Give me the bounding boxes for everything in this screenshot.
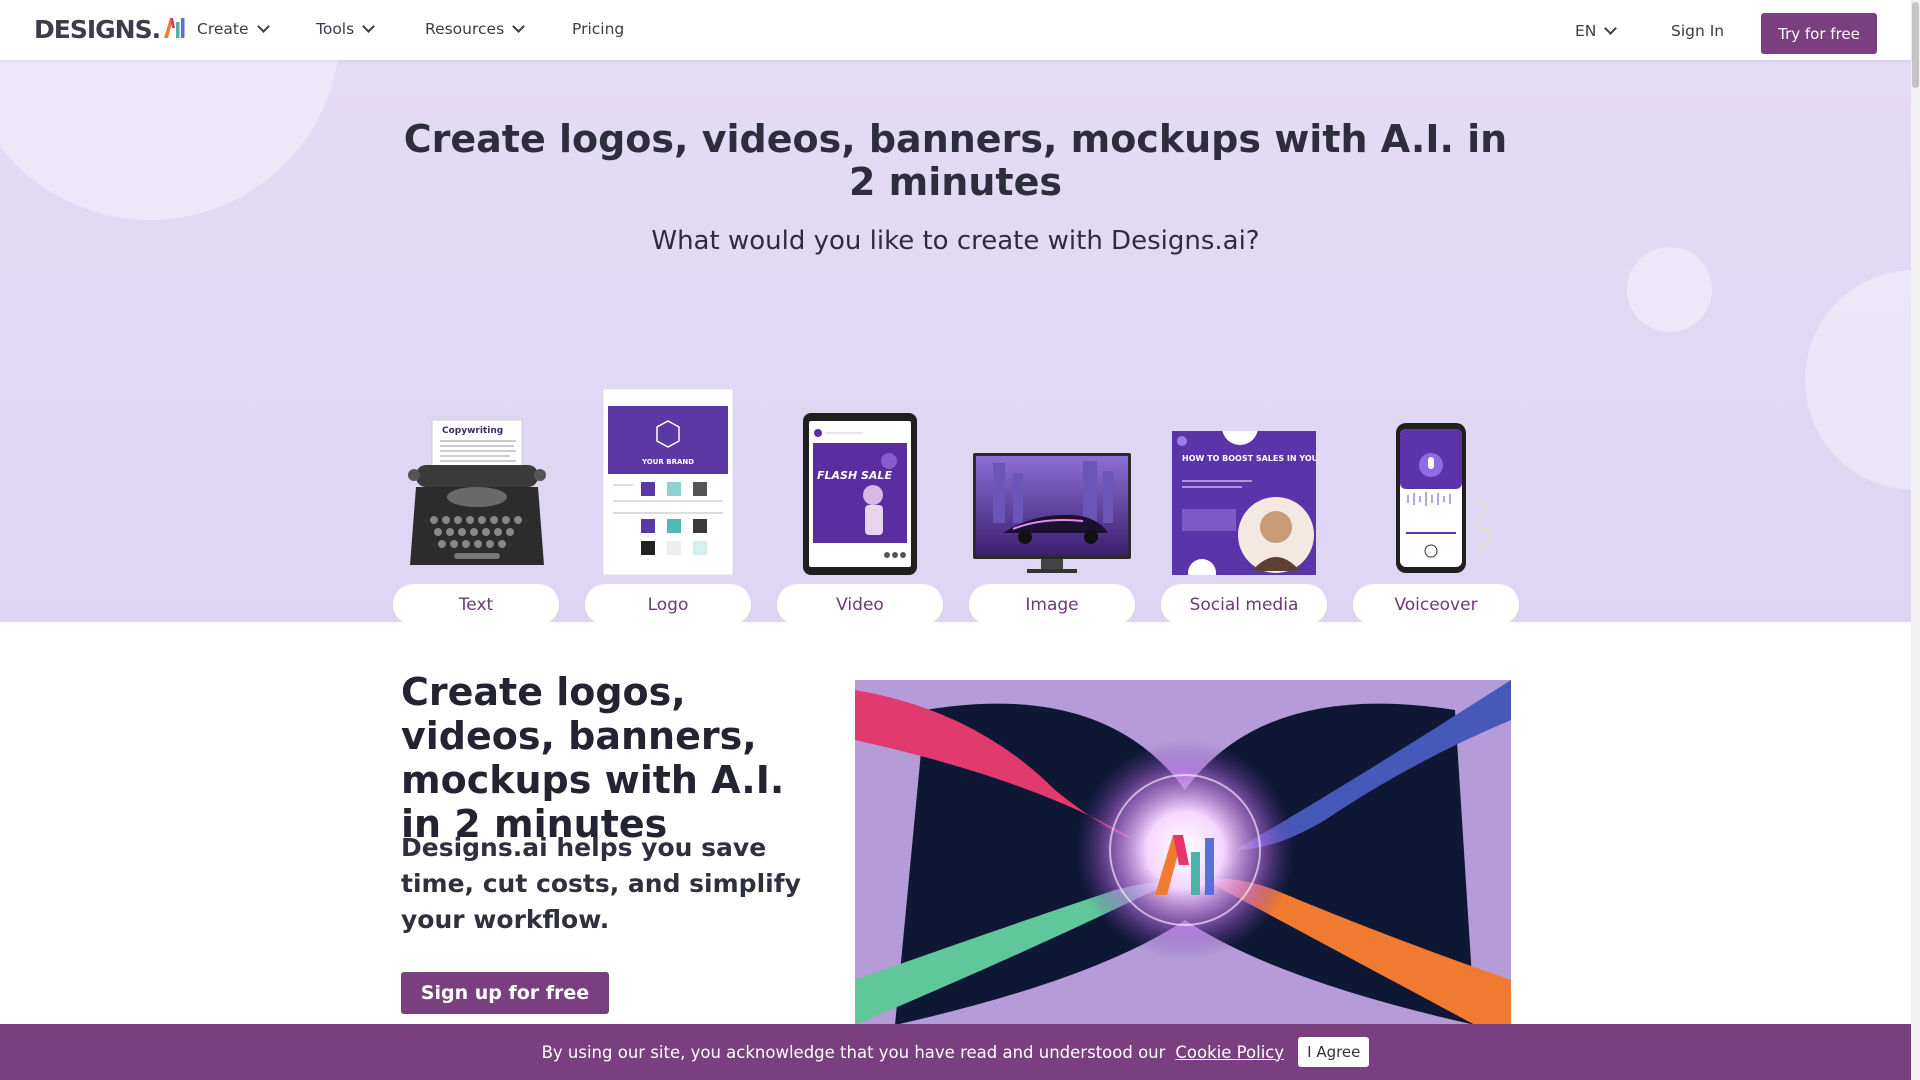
page-scrollbar[interactable] bbox=[1911, 0, 1920, 1080]
create-card-image[interactable]: Image bbox=[969, 320, 1135, 622]
copywriting-label: Copywriting bbox=[442, 426, 503, 436]
promo-video[interactable] bbox=[855, 680, 1511, 1025]
hero-title: Create logos, videos, banners, mockups w… bbox=[403, 117, 1508, 204]
nav-resources-label: Resources bbox=[425, 20, 505, 38]
try-for-free-button[interactable]: Try for free bbox=[1761, 13, 1877, 54]
chevron-down-icon bbox=[362, 20, 376, 33]
sign-up-button[interactable]: Sign up for free bbox=[401, 972, 609, 1014]
create-options: Copywriting Text YOUR BRAND Logo FLASH S… bbox=[393, 320, 1519, 622]
create-card-text[interactable]: Copywriting Text bbox=[393, 320, 559, 622]
scrollbar-thumb[interactable] bbox=[1912, 2, 1919, 88]
chevron-down-icon bbox=[1604, 22, 1618, 35]
cookie-policy-link[interactable]: Cookie Policy bbox=[1175, 1043, 1284, 1062]
hero-subtitle: What would you like to create with Desig… bbox=[651, 226, 1260, 256]
language-selector[interactable]: EN bbox=[1575, 22, 1618, 40]
typewriter-icon: Copywriting bbox=[393, 415, 559, 575]
language-label: EN bbox=[1575, 22, 1597, 40]
create-card-image-label: Image bbox=[969, 584, 1135, 622]
nav-tools[interactable]: Tools bbox=[316, 20, 376, 38]
hero-section: Create logos, videos, banners, mockups w… bbox=[0, 60, 1911, 622]
site-header: DESIGNS. Create Tools Resources Pricing … bbox=[0, 0, 1911, 60]
decorative-circle bbox=[1805, 270, 1911, 490]
create-card-text-label: Text bbox=[393, 584, 559, 622]
sign-in-link[interactable]: Sign In bbox=[1671, 22, 1724, 40]
nav-pricing-label: Pricing bbox=[572, 20, 625, 38]
create-card-voiceover-label: Voiceover bbox=[1353, 584, 1519, 622]
your-brand-label: YOUR BRAND bbox=[641, 458, 694, 466]
decorative-circle bbox=[1627, 247, 1712, 332]
cookie-text: By using our site, you acknowledge that … bbox=[541, 1042, 1166, 1062]
create-card-social-media-label: Social media bbox=[1161, 584, 1327, 622]
flash-sale-label: FLASH SALE bbox=[817, 469, 892, 482]
create-card-video-label: Video bbox=[777, 584, 943, 622]
cookie-banner: By using our site, you acknowledge that … bbox=[0, 1024, 1911, 1080]
boost-sales-label: HOW TO BOOST SALES IN YOUR SMALL BUSINES… bbox=[1182, 454, 1316, 463]
section-body: Designs.ai helps you save time, cut cost… bbox=[401, 833, 801, 934]
nav-resources[interactable]: Resources bbox=[425, 20, 526, 38]
create-card-social-media[interactable]: HOW TO BOOST SALES IN YOUR SMALL BUSINES… bbox=[1161, 320, 1327, 622]
chevron-down-icon bbox=[512, 20, 526, 33]
decorative-blob bbox=[0, 60, 340, 220]
nav-create[interactable]: Create bbox=[197, 20, 270, 38]
phone-audio-icon bbox=[1353, 423, 1519, 575]
create-card-logo-label: Logo bbox=[585, 584, 751, 622]
section-title: Create logos, videos, banners, mockups w… bbox=[401, 670, 785, 846]
sign-in-label: Sign In bbox=[1671, 22, 1725, 40]
create-card-logo[interactable]: YOUR BRAND Logo bbox=[585, 320, 751, 622]
designs-ai-logo[interactable]: DESIGNS. bbox=[34, 14, 186, 44]
nav-tools-label: Tools bbox=[316, 20, 355, 38]
create-card-voiceover[interactable]: Voiceover bbox=[1353, 320, 1519, 622]
agree-button[interactable]: I Agree bbox=[1298, 1037, 1370, 1067]
nav-pricing[interactable]: Pricing bbox=[572, 20, 624, 38]
logo-ai-mark bbox=[162, 18, 186, 40]
monitor-image-icon bbox=[969, 453, 1135, 575]
tablet-video-icon: FLASH SALE bbox=[777, 413, 943, 575]
social-post-icon: HOW TO BOOST SALES IN YOUR SMALL BUSINES… bbox=[1161, 431, 1327, 575]
nav-create-label: Create bbox=[197, 20, 249, 38]
create-card-video[interactable]: FLASH SALE Video bbox=[777, 320, 943, 622]
brand-sheet-icon: YOUR BRAND bbox=[585, 389, 751, 575]
chevron-down-icon bbox=[256, 20, 270, 33]
logo-text: DESIGNS. bbox=[34, 14, 161, 44]
